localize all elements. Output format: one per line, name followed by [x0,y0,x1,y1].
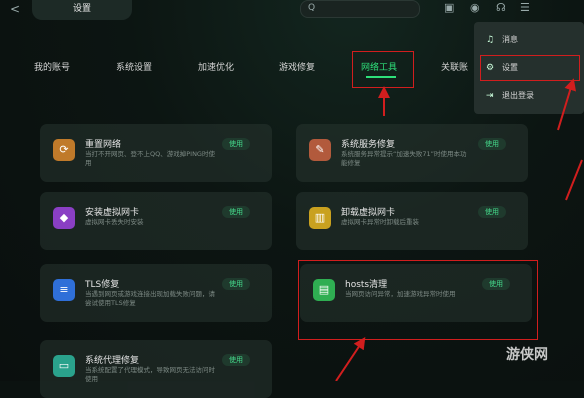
arrow-right-edge [565,159,583,201]
arrow-to-hosts [335,337,366,381]
annotation-arrows [335,78,583,381]
watermark-logo: 游侠网 [506,347,548,363]
arrow-to-settings [557,78,576,131]
